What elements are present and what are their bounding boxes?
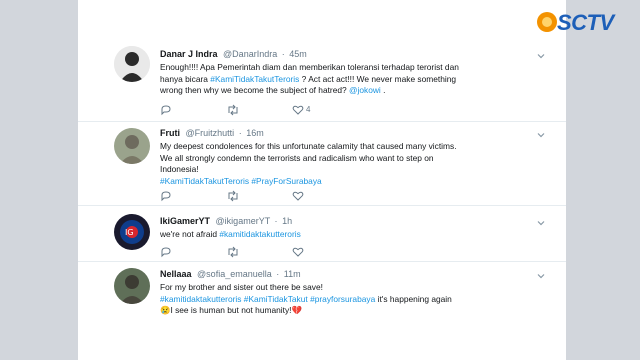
tweet-text-segment: My deepest condolences for this unfortun… [160, 141, 457, 151]
tweet-text-line: #kamitidaktakutteroris #KamiTidakTakut #… [160, 294, 546, 306]
retweet-button[interactable] [226, 190, 240, 202]
tweet-text-line: we're not afraid #kamitidaktakutteroris [160, 229, 546, 241]
display-name[interactable]: IkiGamerYT [160, 216, 210, 226]
user-handle[interactable]: @ikigamerYT [216, 216, 270, 226]
tweet-text-segment: 😢 [160, 305, 171, 315]
hashtag-link[interactable]: #kamitidaktakutteroris [219, 229, 300, 239]
heart-icon [292, 104, 304, 116]
heart-icon [292, 246, 304, 258]
hashtag-link[interactable]: #PrayForSurabaya [251, 176, 321, 186]
tweet-text-segment: it's happening again [375, 293, 452, 304]
tweet-time[interactable]: 16m [246, 128, 264, 138]
separator-dot: · [274, 216, 278, 226]
display-name[interactable]: Nellaaa [160, 269, 192, 279]
like-button[interactable]: 4 [292, 104, 310, 116]
tweet-text-segment: We all strongly condemn the terrorists a… [160, 152, 434, 163]
like-button[interactable] [292, 246, 304, 258]
tweet-text: we're not afraid #kamitidaktakutteroris [160, 229, 546, 241]
tweet-time[interactable]: 45m [289, 49, 307, 59]
channel-logo-text: SCTV [557, 10, 614, 35]
reply-button[interactable] [160, 246, 172, 258]
user-handle[interactable]: @DanarIndra [223, 49, 277, 59]
background-left [0, 0, 78, 360]
hashtag-link[interactable]: #KamiTidakTakut [244, 294, 308, 304]
tweet-text-line: Enough!!!! Apa Pemerintah diam dan membe… [160, 62, 546, 74]
background-right [566, 0, 640, 360]
display-name[interactable]: Fruti [160, 128, 180, 138]
tweet-text-line: hanya bicara #KamiTidakTakutTeroris ? Ac… [160, 74, 546, 86]
tweet-text-line: For my brother and sister out there be s… [160, 282, 546, 294]
avatar[interactable]: IG [114, 214, 150, 250]
avatar[interactable] [114, 268, 150, 304]
tweet-text-line: My deepest condolences for this unfortun… [160, 141, 546, 153]
hashtag-link[interactable]: #kamitidaktakutteroris [160, 294, 241, 304]
hashtag-link[interactable]: #prayforsurabaya [310, 294, 375, 304]
tweet-card[interactable]: Fruti @Fruitzhutti · 16m My deepest cond… [78, 122, 566, 206]
tweet-text-line: wrong then why we become the subject of … [160, 85, 546, 97]
tweet-card[interactable]: Nellaaa @sofia_emanuella · 11m For my br… [78, 262, 566, 360]
tweet-timeline-panel: Danar J Indra @DanarIndra · 45m Enough!!… [78, 0, 566, 360]
separator-dot: · [281, 49, 285, 59]
chevron-down-icon[interactable] [536, 268, 546, 279]
retweet-icon [226, 190, 240, 202]
tweet-text-line: Indonesia! [160, 164, 546, 176]
tweet-text-segment: For my brother and sister out there be s… [160, 282, 323, 292]
tweet-header: Fruti @Fruitzhutti · 16m [160, 127, 546, 139]
avatar[interactable] [114, 128, 150, 164]
mention-link[interactable]: @jokowi [349, 85, 381, 95]
chevron-down-icon[interactable] [536, 127, 546, 138]
tweet-text: Enough!!!! Apa Pemerintah diam dan membe… [160, 62, 546, 97]
hashtag-link[interactable]: #KamiTidakTakutTeroris [210, 74, 299, 84]
separator-dot: · [276, 269, 280, 279]
display-name[interactable]: Danar J Indra [160, 49, 218, 59]
tweet-text-segment: ? Act act act!!! We never make something [299, 73, 457, 84]
tweet-header: IkiGamerYT @ikigamerYT · 1h [160, 215, 546, 227]
chevron-down-icon[interactable] [536, 48, 546, 59]
channel-logo: SCTV [535, 6, 635, 38]
svg-text:IG: IG [125, 228, 134, 237]
separator-dot: · [238, 128, 242, 138]
tweet-text-segment: . [380, 85, 386, 95]
tweet-text-segment: I see is human but not humanity! [170, 305, 292, 315]
like-button[interactable] [292, 190, 304, 202]
avatar[interactable] [114, 46, 150, 82]
tweet-text-segment: hanya bicara [160, 73, 211, 84]
tweet-text-segment: 💔 [291, 305, 302, 315]
tweet-actions [160, 190, 360, 202]
user-handle[interactable]: @Fruitzhutti [186, 128, 235, 138]
chevron-down-icon[interactable] [536, 215, 546, 226]
tweet-card[interactable]: Danar J Indra @DanarIndra · 45m Enough!!… [78, 36, 566, 122]
tweet-text-segment: wrong then why we become the subject of … [160, 85, 350, 95]
tweet-time[interactable]: 11m [284, 269, 301, 279]
tweet-text: My deepest condolences for this unfortun… [160, 141, 546, 187]
tweet-card[interactable]: IG IkiGamerYT @ikigamerYT · 1h we're not… [78, 206, 566, 262]
tweet-text-segment: Indonesia! [160, 164, 199, 174]
hashtag-link[interactable]: #KamiTidakTakutTeroris [160, 176, 249, 186]
tweet-text-line: We all strongly condemn the terrorists a… [160, 153, 546, 165]
tweet-text: For my brother and sister out there be s… [160, 282, 546, 317]
heart-icon [292, 190, 304, 202]
tweet-text-segment: Enough!!!! Apa Pemerintah diam dan membe… [160, 62, 459, 72]
tweet-header: Danar J Indra @DanarIndra · 45m [160, 48, 546, 60]
tweet-text-segment: we're not afraid [160, 229, 220, 239]
tweet-actions [160, 246, 360, 258]
tweet-time[interactable]: 1h [282, 216, 292, 226]
retweet-button[interactable] [226, 246, 240, 258]
tweet-text-line: 😢I see is human but not humanity!💔 [160, 305, 546, 317]
reply-button[interactable] [160, 190, 172, 202]
retweet-icon [226, 104, 240, 116]
sctv-logo-icon [537, 12, 557, 32]
reply-icon [160, 190, 172, 202]
user-handle[interactable]: @sofia_emanuella [197, 269, 272, 279]
reply-icon [160, 104, 172, 116]
tweet-header: Nellaaa @sofia_emanuella · 11m [160, 268, 546, 280]
tweet-actions: 4 [160, 104, 360, 116]
reply-button[interactable] [160, 104, 172, 116]
tweet-text-line: #KamiTidakTakutTeroris #PrayForSurabaya [160, 176, 546, 188]
retweet-button[interactable] [226, 104, 240, 116]
retweet-icon [226, 246, 240, 258]
reply-icon [160, 246, 172, 258]
like-count: 4 [306, 105, 311, 114]
